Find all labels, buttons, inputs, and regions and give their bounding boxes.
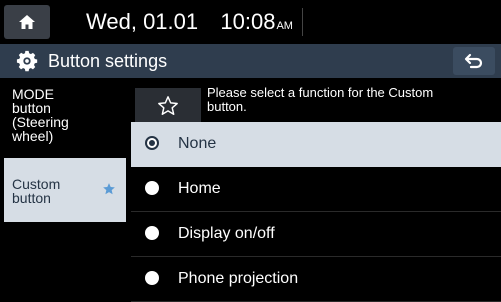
star-icon <box>103 183 115 195</box>
option-home[interactable]: Home <box>131 167 501 212</box>
back-button[interactable] <box>453 47 495 75</box>
radio-unselected[interactable] <box>145 181 159 195</box>
option-phone-projection[interactable]: Phone projection <box>131 257 501 302</box>
status-bar: Wed, 01.01 10:08AM <box>0 0 501 44</box>
back-arrow-icon <box>464 53 483 69</box>
home-icon <box>19 15 35 29</box>
sidebar-item-custom-button[interactable]: Custom button <box>4 158 126 222</box>
gear-icon <box>16 50 38 72</box>
sidebar: MODE button (Steering wheel) Custom butt… <box>0 78 128 300</box>
ampm-text: AM <box>276 20 293 32</box>
star-badge <box>135 88 201 124</box>
option-label: Home <box>178 180 221 197</box>
date-text: Wed, 01.01 <box>86 9 199 34</box>
option-label: None <box>178 135 217 152</box>
option-label: Display on/off <box>178 225 275 242</box>
instruction-text: Please select a function for the Custom … <box>207 85 434 114</box>
page-title: Button settings <box>48 51 168 71</box>
instruction-row: Please select a function for the Custom … <box>131 84 501 124</box>
radio-unselected[interactable] <box>145 226 159 240</box>
option-display-on-off[interactable]: Display on/off <box>131 212 501 257</box>
radio-selected[interactable] <box>145 136 159 150</box>
home-button[interactable] <box>4 5 50 39</box>
header-bar: Button settings <box>0 44 501 78</box>
star-outline-icon <box>158 96 178 115</box>
radio-unselected[interactable] <box>145 271 159 285</box>
datetime: Wed, 01.01 10:08AM <box>86 9 293 35</box>
sidebar-item-mode-button[interactable]: MODE button (Steering wheel) <box>4 86 126 158</box>
main-panel: Please select a function for the Custom … <box>131 78 501 302</box>
sidebar-item-label: MODE button (Steering wheel) <box>12 86 69 144</box>
option-label: Phone projection <box>178 270 299 287</box>
option-none[interactable]: None <box>131 122 501 167</box>
time-text: 10:08 <box>220 9 276 34</box>
sidebar-item-label: Custom button <box>12 176 61 206</box>
status-divider <box>302 8 303 36</box>
